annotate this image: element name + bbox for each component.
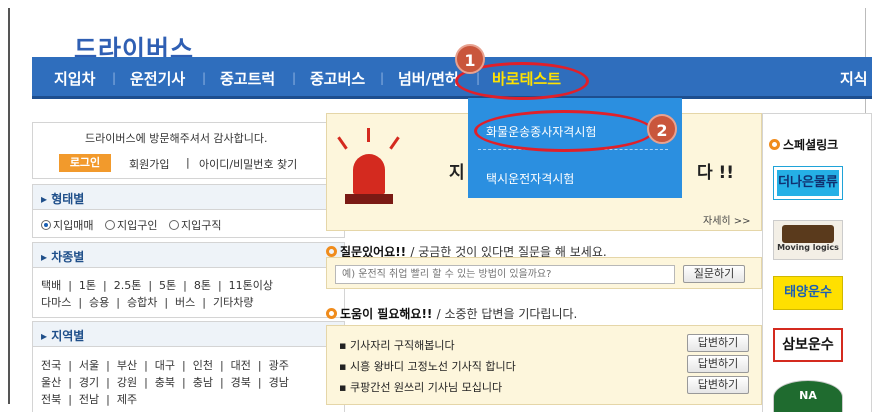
question-input[interactable] <box>335 265 675 284</box>
ad-na[interactable]: NA <box>773 380 843 412</box>
nav-item-used-bus[interactable]: 중고버스 <box>310 68 365 89</box>
banner-more-link[interactable]: 자세히 >> <box>703 212 751 227</box>
circle-bullet-icon <box>769 139 780 150</box>
link-separator: | <box>186 156 190 169</box>
dropdown-item-taxi-exam[interactable]: 택시운전자격시험 <box>486 170 574 187</box>
nav-separator: | <box>112 71 117 85</box>
circle-bullet-icon <box>326 246 337 257</box>
step-badge-2: 2 <box>647 114 677 144</box>
nav-item-jiipcha[interactable]: 지입차 <box>54 68 95 89</box>
answer-button[interactable]: 답변하기 <box>687 355 749 373</box>
radio-icon[interactable] <box>105 220 115 230</box>
find-account-link[interactable]: 아이디/비밀번호 찾기 <box>199 156 297 172</box>
ad-sambo[interactable]: 삼보운수 <box>773 328 843 362</box>
ask-question-button[interactable]: 질문하기 <box>683 265 745 283</box>
signup-link[interactable]: 회원가입 <box>129 156 169 172</box>
banner-title-left: 지 <box>449 163 465 183</box>
siren-ray <box>337 136 348 150</box>
nav-separator: | <box>292 71 297 85</box>
ad-danaeun[interactable]: 더나은물류 <box>773 166 843 200</box>
question-box: 질문하기 <box>326 257 762 289</box>
region-links-row1[interactable]: 전국 | 서울 | 부산 | 대구 | 인천 | 대전 | 광주 <box>41 357 289 373</box>
circle-bullet-icon <box>326 308 337 319</box>
type-section-body: 지입매매 지입구인 지입구직 <box>32 210 345 238</box>
nav-item-driver[interactable]: 운전기사 <box>130 68 185 89</box>
radio-icon[interactable] <box>169 220 179 230</box>
vehicle-section-body: 택배 | 1톤 | 2.5톤 | 5톤 | 8톤 | 11톤이상 다마스 | 승… <box>32 268 345 318</box>
region-section-body: 전국 | 서울 | 부산 | 대구 | 인천 | 대전 | 광주 울산 | 경기… <box>32 347 345 412</box>
type-section-header: ▸ 형태별 <box>32 184 345 210</box>
nav-separator: | <box>202 71 207 85</box>
help-item[interactable]: ▪ 시흥 왕바디 고정노선 기사직 합니다 <box>339 358 516 374</box>
step-badge-1: 1 <box>455 44 485 74</box>
login-button[interactable]: 로그인 <box>59 154 111 172</box>
region-links-row3[interactable]: 전북 | 전남 | 제주 <box>41 391 137 407</box>
main-nav: 지입차 | 운전기사 | 중고트럭 | 중고버스 | 넘버/면허 | 바로테스트… <box>32 57 872 99</box>
radio-jiip-sale[interactable]: 지입매매 <box>41 217 93 233</box>
nav-item-used-truck[interactable]: 중고트럭 <box>220 68 275 89</box>
help-section-desc: / 소중한 답변을 기다립니다. <box>436 307 578 321</box>
vehicle-links-row1[interactable]: 택배 | 1톤 | 2.5톤 | 5톤 | 8톤 | 11톤이상 <box>41 277 273 293</box>
radio-icon[interactable] <box>41 220 51 230</box>
radio-jiip-seek[interactable]: 지입구직 <box>169 217 221 233</box>
nav-separator: | <box>380 71 385 85</box>
welcome-text: 드라이버스에 방문해주셔서 감사합니다. <box>85 132 268 145</box>
radio-jiip-hire[interactable]: 지입구인 <box>105 217 157 233</box>
vehicle-links-row2[interactable]: 다마스 | 승용 | 승합차 | 버스 | 기타차량 <box>41 294 253 310</box>
login-panel: 드라이버스에 방문해주셔서 감사합니다. 로그인 회원가입 | 아이디/비밀번호… <box>32 122 345 179</box>
ad-taeyang[interactable]: 태양운수 <box>773 276 843 310</box>
truck-icon <box>782 225 834 243</box>
special-link-title: 스페셜링크 <box>769 136 838 153</box>
help-item[interactable]: ▪ 쿠팡간선 원쓰리 기사님 모십니다 <box>339 379 502 395</box>
region-section-header: ▸ 지역별 <box>32 321 345 347</box>
special-link-panel: 스페셜링크 더나은물류 Moving logics 태양운수 삼보운수 NA <box>762 113 872 412</box>
ad-moving-logics[interactable]: Moving logics <box>773 220 843 260</box>
answer-button[interactable]: 답변하기 <box>687 376 749 394</box>
help-list: ▪ 기사자리 구직해봅니다 답변하기 ▪ 시흥 왕바디 고정노선 기사직 합니다… <box>326 325 762 405</box>
highlight-ring-cargo-exam <box>474 110 654 152</box>
region-section-title: 지역별 <box>51 329 85 343</box>
siren-base <box>345 194 393 204</box>
help-section-title: 도움이 필요해요!! / 소중한 답변을 기다립니다. <box>326 305 577 322</box>
siren-ray <box>367 128 370 142</box>
help-item[interactable]: ▪ 기사자리 구직해봅니다 <box>339 337 455 353</box>
region-links-row2[interactable]: 울산 | 경기 | 강원 | 충북 | 충남 | 경북 | 경남 <box>41 374 289 390</box>
answer-button[interactable]: 답변하기 <box>687 334 749 352</box>
banner-title-right: 다 !! <box>697 163 735 183</box>
type-section-title: 형태별 <box>51 192 85 206</box>
nav-item-number-license[interactable]: 넘버/면허 <box>398 68 459 89</box>
vehicle-section-title: 차종별 <box>51 250 85 264</box>
nav-item-knowledge[interactable]: 지식 <box>840 68 868 89</box>
vehicle-section-header: ▸ 차종별 <box>32 242 345 268</box>
siren-icon <box>353 154 385 194</box>
siren-ray <box>389 136 400 150</box>
